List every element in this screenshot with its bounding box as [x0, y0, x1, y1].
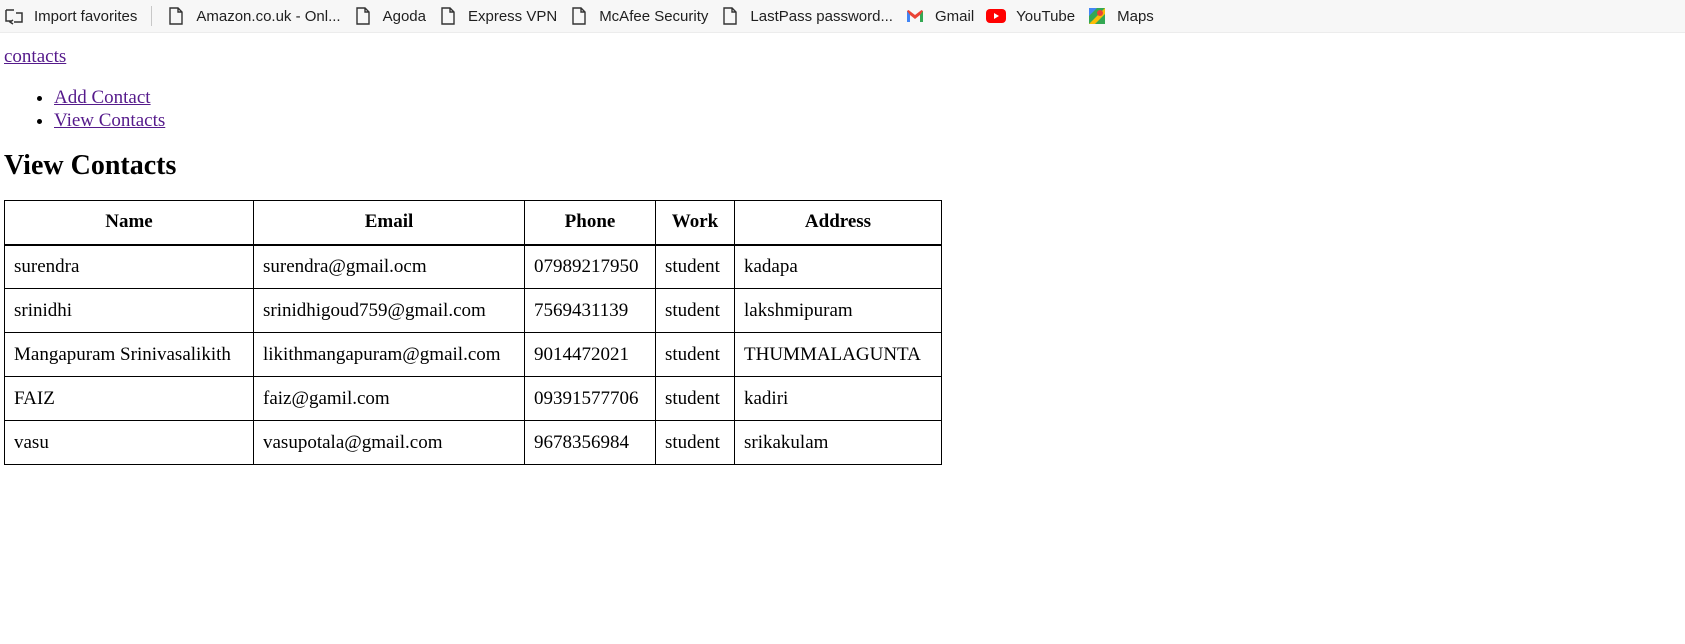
maps-icon: [1087, 6, 1107, 26]
table-row: srinidhi srinidhigoud759@gmail.com 75694…: [4, 288, 942, 333]
cell-phone: 9014472021: [524, 332, 656, 377]
import-icon: [4, 6, 24, 26]
cell-address: kadapa: [734, 244, 942, 289]
header-phone: Phone: [524, 200, 656, 246]
page-icon: [438, 6, 458, 26]
brand-link[interactable]: contacts: [4, 46, 66, 68]
cell-name: FAIZ: [4, 376, 254, 421]
page-content: contacts Add Contact View Contacts View …: [0, 33, 1685, 465]
youtube-icon: [986, 6, 1007, 26]
page-icon: [166, 6, 186, 26]
bookmark-youtube[interactable]: YouTube: [986, 0, 1087, 33]
add-contact-link[interactable]: Add Contact: [54, 87, 151, 108]
cell-work: student: [655, 376, 735, 421]
cell-work: student: [655, 420, 735, 465]
bookmark-amazon[interactable]: Amazon.co.uk - Onl...: [166, 0, 352, 33]
cell-address: kadiri: [734, 376, 942, 421]
cell-name: vasu: [4, 420, 254, 465]
view-contacts-link[interactable]: View Contacts: [54, 110, 165, 131]
bookmark-lastpass[interactable]: LastPass password...: [720, 0, 905, 33]
bookmark-label: YouTube: [1016, 7, 1076, 25]
nav-item: Add Contact: [54, 86, 1681, 109]
bookmark-label: Gmail: [934, 7, 975, 25]
cell-work: student: [655, 244, 735, 289]
header-email: Email: [253, 200, 525, 246]
cell-address: srikakulam: [734, 420, 942, 465]
cell-phone: 9678356984: [524, 420, 656, 465]
header-name: Name: [4, 200, 254, 246]
bookmark-maps[interactable]: Maps: [1087, 0, 1166, 33]
bookmark-agoda[interactable]: Agoda: [353, 0, 438, 33]
header-work: Work: [655, 200, 735, 246]
cell-email: vasupotala@gmail.com: [253, 420, 525, 465]
bookmarks-bar: Import favorites Amazon.co.uk - Onl... A…: [0, 0, 1685, 33]
bookmark-separator: [151, 6, 153, 26]
bookmark-label: Agoda: [382, 7, 426, 25]
contacts-table: Name Email Phone Work Address surendra s…: [4, 200, 942, 465]
gmail-icon: [905, 6, 925, 26]
bookmark-express-vpn[interactable]: Express VPN: [438, 0, 569, 33]
cell-email: likithmangapuram@gmail.com: [253, 332, 525, 377]
table-row: FAIZ faiz@gamil.com 09391577706 student …: [4, 376, 942, 421]
bookmark-label: Maps: [1117, 7, 1154, 25]
cell-work: student: [655, 288, 735, 333]
page-icon: [720, 6, 740, 26]
cell-phone: 07989217950: [524, 244, 656, 289]
table-row: Mangapuram Srinivasalikith likithmangapu…: [4, 332, 942, 377]
page-icon: [353, 6, 373, 26]
page-title: View Contacts: [4, 150, 177, 181]
nav-list: Add Contact View Contacts: [4, 86, 1681, 132]
cell-address: THUMMALAGUNTA: [734, 332, 942, 377]
cell-name: surendra: [4, 244, 254, 289]
cell-name: srinidhi: [4, 288, 254, 333]
bookmark-label: Import favorites: [34, 7, 138, 25]
table-row: vasu vasupotala@gmail.com 9678356984 stu…: [4, 420, 942, 465]
cell-address: lakshmipuram: [734, 288, 942, 333]
cell-email: surendra@gmail.ocm: [253, 244, 525, 289]
cell-phone: 09391577706: [524, 376, 656, 421]
cell-phone: 7569431139: [524, 288, 656, 333]
table-header-row: Name Email Phone Work Address: [4, 200, 942, 246]
cell-name: Mangapuram Srinivasalikith: [4, 332, 254, 377]
cell-email: srinidhigoud759@gmail.com: [253, 288, 525, 333]
nav-item: View Contacts: [54, 109, 1681, 132]
cell-work: student: [655, 332, 735, 377]
table-row: surendra surendra@gmail.ocm 07989217950 …: [4, 244, 942, 289]
bookmark-label: Amazon.co.uk - Onl...: [196, 7, 341, 25]
bookmark-gmail[interactable]: Gmail: [905, 0, 986, 33]
cell-email: faiz@gamil.com: [253, 376, 525, 421]
bookmark-import-favorites[interactable]: Import favorites: [4, 0, 151, 33]
header-address: Address: [734, 200, 942, 246]
page-icon: [569, 6, 589, 26]
bookmark-mcafee[interactable]: McAfee Security: [569, 0, 720, 33]
bookmark-label: McAfee Security: [599, 7, 709, 25]
bookmark-label: LastPass password...: [750, 7, 893, 25]
bookmark-label: Express VPN: [467, 7, 558, 25]
